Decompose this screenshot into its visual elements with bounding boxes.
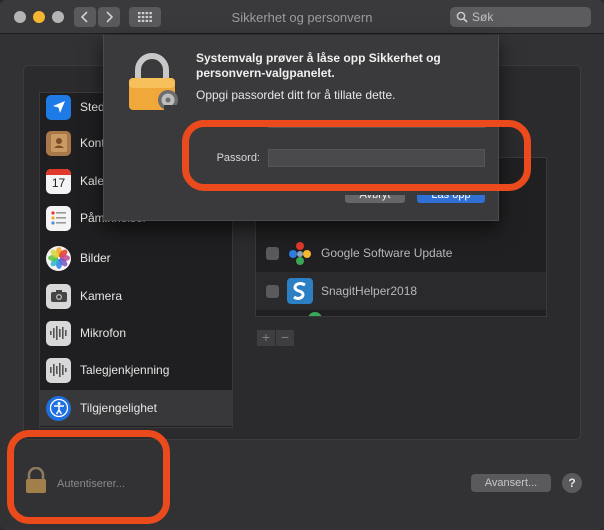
sidebar-item-label: Talegjenkjenning <box>80 363 170 377</box>
reminders-icon <box>46 205 71 231</box>
add-remove-controls: + − <box>257 330 294 346</box>
camera-icon <box>46 283 71 309</box>
speech-waveform-icon <box>46 357 71 383</box>
preferences-window: Sikkerhet og personvern Stedstjenester K… <box>0 0 604 530</box>
remove-app-button[interactable]: − <box>276 330 294 346</box>
photos-flower-icon <box>46 245 71 271</box>
accessibility-icon <box>46 395 71 421</box>
microphone-waveform-icon <box>46 320 71 346</box>
list-item[interactable]: SnagitHelper2018 <box>256 272 546 310</box>
username-occluder <box>164 105 494 120</box>
app-checkbox[interactable] <box>266 284 279 298</box>
dialog-title: Systemvalg prøver å låse opp Sikkerhet o… <box>196 51 441 80</box>
search-input[interactable] <box>472 10 582 24</box>
snagit-icon <box>287 278 313 304</box>
sidebar-item-accessibility[interactable]: Tilgjengelighet <box>40 390 232 426</box>
padlock-settings-icon <box>126 52 180 112</box>
app-name: Google Software Update <box>321 246 453 260</box>
sidebar-item-speech-recognition[interactable]: Talegjenkjenning <box>40 352 232 388</box>
dialog-subtitle: Oppgi passordet ditt for å tillate dette… <box>196 88 396 102</box>
advanced-button[interactable]: Avansert... <box>471 474 551 492</box>
add-app-button[interactable]: + <box>257 330 275 346</box>
lock-highlight-annotation <box>7 430 170 524</box>
sidebar-item-label: Kamera <box>80 289 123 303</box>
app-checkbox[interactable] <box>266 246 279 260</box>
list-item[interactable]: Google Software Update <box>256 234 546 272</box>
toolbar: Sikkerhet og personvern <box>0 0 604 34</box>
contacts-book-icon <box>46 130 71 156</box>
google-update-icon <box>287 240 313 266</box>
app-name: SnagitHelper2018 <box>321 284 418 298</box>
sidebar-item-label: Bilder <box>80 251 111 265</box>
calendar-icon: 17 <box>46 168 71 194</box>
help-button[interactable]: ? <box>562 473 582 493</box>
sidebar-item-photos[interactable]: Bilder <box>40 240 232 276</box>
calendar-day-number: 17 <box>51 175 66 190</box>
password-highlight-annotation <box>182 120 531 191</box>
search-icon <box>456 11 468 23</box>
location-arrow-icon <box>46 94 71 120</box>
search-field[interactable] <box>450 7 591 27</box>
sidebar-item-microphone[interactable]: Mikrofon <box>40 315 232 351</box>
sidebar-item-label: Mikrofon <box>80 326 127 340</box>
sidebar-item-camera[interactable]: Kamera <box>40 278 232 314</box>
partial-app-icon <box>308 312 322 316</box>
sidebar-item-label: Tilgjengelighet <box>80 401 157 415</box>
